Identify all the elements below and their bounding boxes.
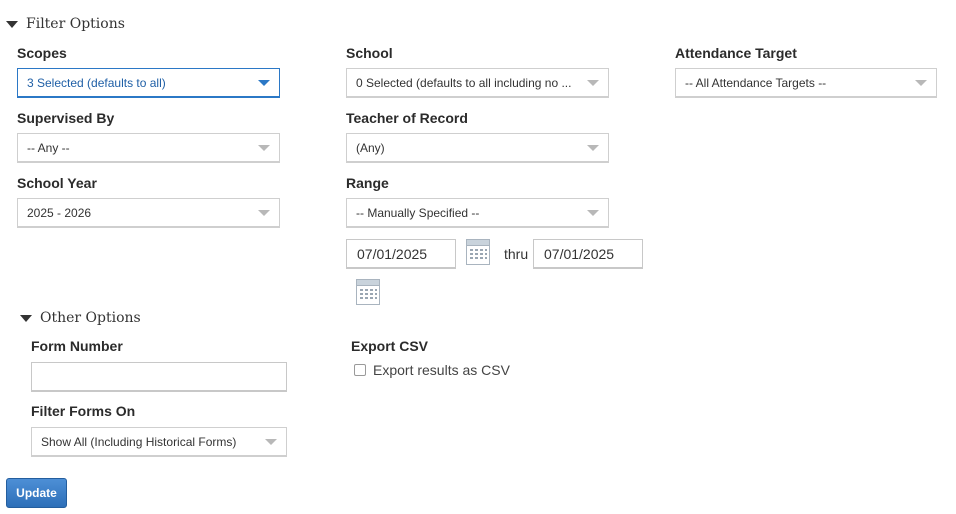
supervised-by-label: Supervised By: [17, 110, 115, 126]
chevron-down-icon: [587, 145, 599, 151]
export-csv-checkbox[interactable]: [354, 364, 366, 376]
collapse-triangle-icon: [6, 20, 18, 28]
export-csv-checkbox-label: Export results as CSV: [373, 362, 510, 378]
calendar-icon[interactable]: [356, 279, 380, 305]
school-year-value: 2025 - 2026: [27, 205, 92, 220]
range-label: Range: [346, 175, 389, 191]
filter-options-toggle[interactable]: Filter Options: [6, 16, 125, 32]
export-csv-option[interactable]: Export results as CSV: [354, 362, 510, 378]
teacher-of-record-label: Teacher of Record: [346, 110, 468, 126]
thru-label: thru: [504, 246, 529, 262]
teacher-of-record-value: (Any): [356, 140, 385, 155]
attendance-target-label: Attendance Target: [675, 45, 797, 61]
school-year-label: School Year: [17, 175, 97, 191]
other-options-toggle[interactable]: Other Options: [20, 310, 141, 326]
scopes-value: 3 Selected (defaults to all): [27, 75, 166, 90]
range-end-date-input[interactable]: 07/01/2025: [533, 239, 643, 269]
chevron-down-icon: [587, 210, 599, 216]
other-options-title: Other Options: [40, 310, 141, 326]
chevron-down-icon: [587, 80, 599, 86]
filter-forms-on-value: Show All (Including Historical Forms): [41, 434, 237, 449]
filter-forms-on-label: Filter Forms On: [31, 403, 136, 419]
chevron-down-icon: [258, 210, 270, 216]
school-year-select[interactable]: 2025 - 2026: [17, 198, 280, 228]
export-csv-label: Export CSV: [351, 338, 429, 354]
filter-options-title: Filter Options: [26, 16, 125, 32]
supervised-by-select[interactable]: -- Any --: [17, 133, 280, 163]
collapse-triangle-icon: [20, 314, 32, 322]
scopes-label: Scopes: [17, 45, 67, 61]
teacher-of-record-select[interactable]: (Any): [346, 133, 609, 163]
update-button[interactable]: Update: [6, 478, 67, 508]
chevron-down-icon: [265, 439, 277, 445]
scopes-select[interactable]: 3 Selected (defaults to all): [17, 68, 280, 98]
form-number-input[interactable]: [31, 362, 287, 392]
attendance-target-value: -- All Attendance Targets --: [685, 75, 827, 90]
filter-forms-on-select[interactable]: Show All (Including Historical Forms): [31, 427, 287, 457]
range-value: -- Manually Specified --: [356, 205, 480, 220]
chevron-down-icon: [258, 80, 270, 86]
school-select[interactable]: 0 Selected (defaults to all including no…: [346, 68, 609, 98]
chevron-down-icon: [915, 80, 927, 86]
range-start-date-input[interactable]: 07/01/2025: [346, 239, 456, 269]
range-select[interactable]: -- Manually Specified --: [346, 198, 609, 228]
school-value: 0 Selected (defaults to all including no…: [356, 75, 572, 90]
supervised-by-value: -- Any --: [27, 140, 70, 155]
school-label: School: [346, 45, 393, 61]
form-number-label: Form Number: [31, 338, 123, 354]
attendance-target-select[interactable]: -- All Attendance Targets --: [675, 68, 937, 98]
calendar-icon[interactable]: [466, 239, 490, 265]
chevron-down-icon: [258, 145, 270, 151]
